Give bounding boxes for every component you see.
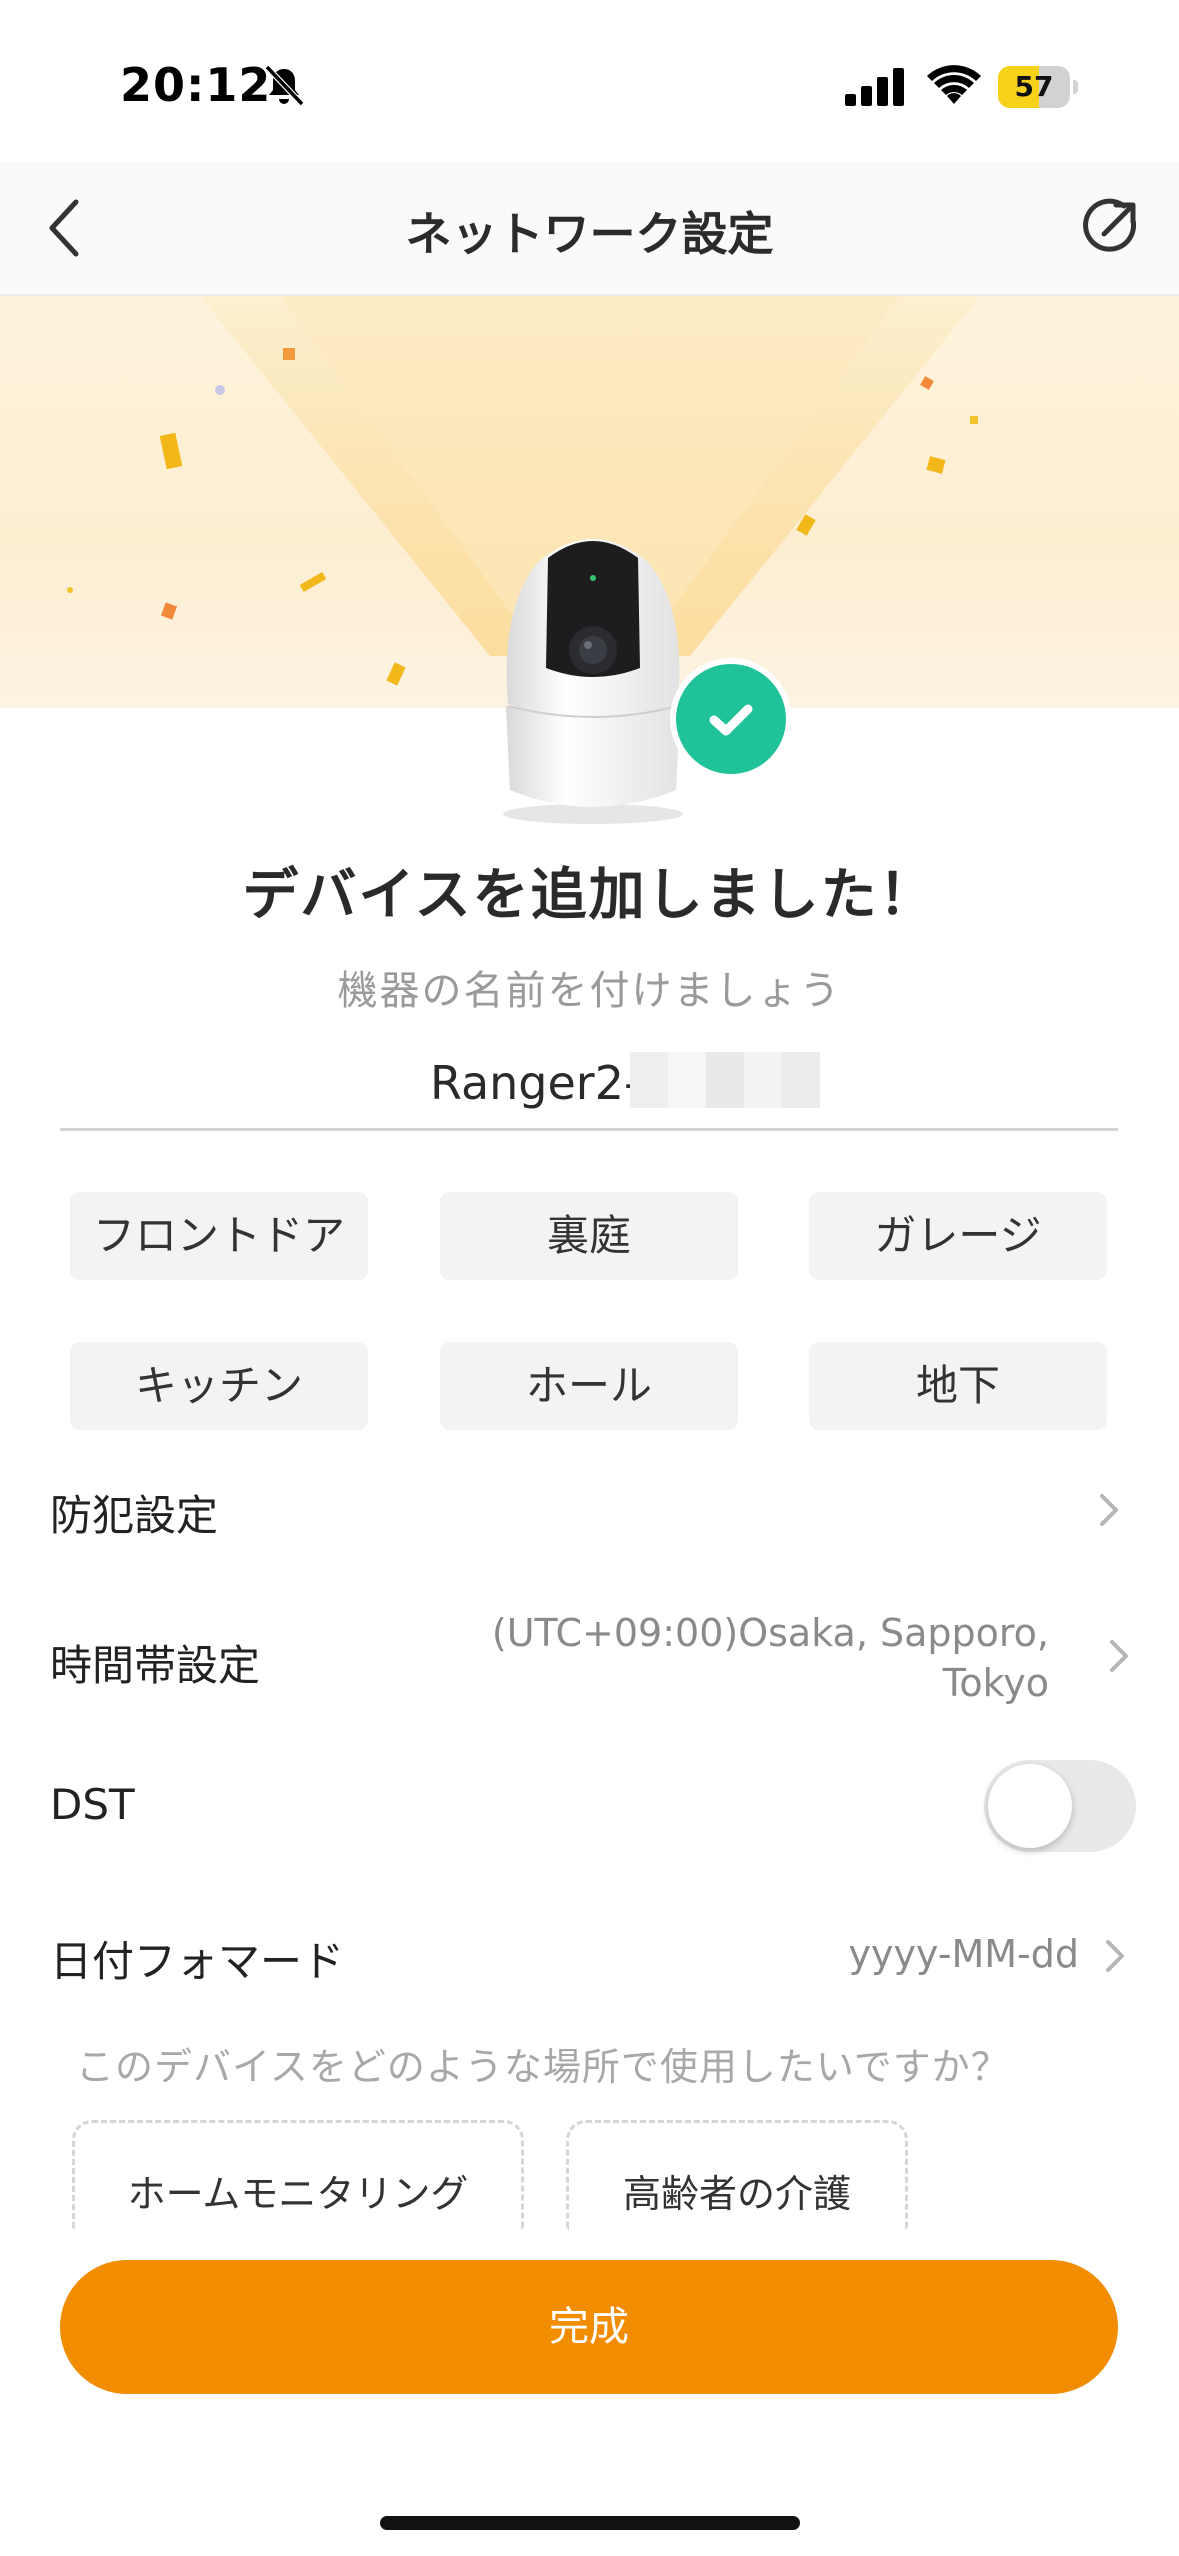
device-name-value: Ranger2-	[430, 1056, 641, 1110]
location-chip-garage[interactable]: ガレージ	[809, 1192, 1107, 1280]
security-settings-label: 防犯設定	[50, 1491, 219, 1540]
battery-level-text: 57	[1014, 70, 1054, 103]
timezone-value: (UTC+09:00)Osaka, Sapporo, Tokyo	[492, 1608, 1049, 1708]
camera-device-illustration	[503, 539, 683, 824]
wifi-icon	[927, 65, 981, 104]
name-hint: 機器の名前を付けましょう	[337, 968, 842, 1014]
success-title: デバイスを追加しました！	[242, 863, 937, 928]
toggle-knob	[988, 1764, 1072, 1848]
battery-indicator: 57	[998, 66, 1078, 108]
date-format-value: yyyy-MM-dd	[848, 1932, 1079, 1976]
done-button[interactable]: 完成	[60, 2260, 1118, 2394]
purpose-option-elderly-care[interactable]: 高齢者の介護	[566, 2120, 908, 2230]
bell-muted-icon	[264, 64, 305, 107]
chevron-right-icon	[1110, 1640, 1128, 1672]
location-chip-backyard[interactable]: 裏庭	[440, 1192, 738, 1280]
chevron-right-icon	[1100, 1494, 1118, 1526]
share-arrow-icon[interactable]	[1080, 196, 1142, 258]
cellular-signal-icon	[845, 68, 904, 106]
date-format-label: 日付フォマード	[50, 1937, 345, 1986]
chevron-right-icon	[1106, 1940, 1124, 1972]
timezone-value-line1: (UTC+09:00)Osaka, Sapporo,	[491, 1611, 1049, 1655]
device-name-input[interactable]: Ranger2-	[60, 1048, 1118, 1131]
security-settings-row[interactable]: 防犯設定	[0, 1460, 1179, 1560]
location-chip-kitchen[interactable]: キッチン	[70, 1342, 368, 1430]
purpose-option-home-monitoring[interactable]: ホームモニタリング	[72, 2120, 524, 2230]
page-title: ネットワーク設定	[405, 207, 774, 261]
success-check-icon	[676, 664, 786, 774]
location-chip-front-door[interactable]: フロントドア	[70, 1192, 368, 1280]
timezone-label: 時間帯設定	[50, 1641, 261, 1690]
status-time: 20:12	[120, 58, 272, 112]
redacted-serial	[630, 1052, 820, 1108]
dst-toggle[interactable]	[984, 1760, 1136, 1852]
home-indicator[interactable]	[380, 2516, 800, 2530]
dst-label: DST	[50, 1780, 135, 1829]
purpose-question: このデバイスをどのような場所で使用したいですか？	[76, 2045, 1010, 2089]
location-chip-basement[interactable]: 地下	[809, 1342, 1107, 1430]
date-format-row[interactable]: 日付フォマード yyyy-MM-dd	[0, 1906, 1179, 2006]
timezone-value-line2: Tokyo	[942, 1661, 1049, 1705]
location-chip-hall[interactable]: ホール	[440, 1342, 738, 1430]
timezone-settings-row[interactable]: 時間帯設定 (UTC+09:00)Osaka, Sapporo, Tokyo	[0, 1590, 1179, 1720]
